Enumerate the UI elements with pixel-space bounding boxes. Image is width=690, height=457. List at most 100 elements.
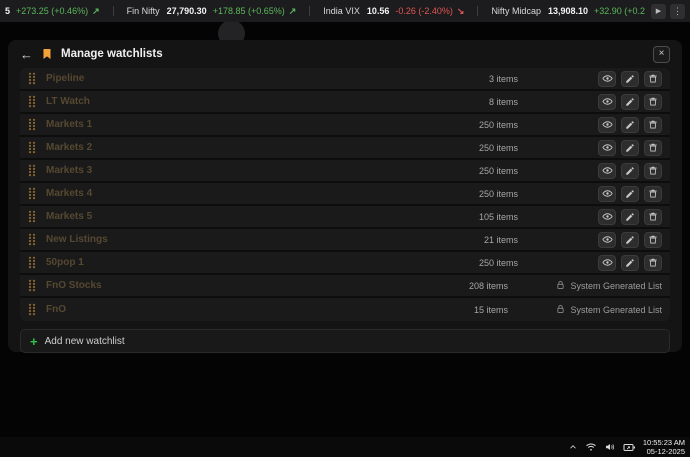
edit-button[interactable]	[621, 140, 639, 156]
edit-button[interactable]	[621, 117, 639, 133]
ticker-item[interactable]: India VIX 10.56 -0.26 (-2.40%) ↘	[323, 6, 491, 17]
watchlist-name: Pipeline	[46, 73, 489, 84]
view-button[interactable]	[598, 117, 616, 133]
watchlist-count: 250 items	[479, 166, 518, 176]
index-name: Nifty Midcap	[491, 6, 541, 16]
clock[interactable]: 10:55:23 AM 05-12-2025	[643, 438, 685, 456]
delete-button[interactable]	[644, 71, 662, 87]
edit-button[interactable]	[621, 209, 639, 225]
delete-button[interactable]	[644, 163, 662, 179]
ticker-item[interactable]: Fin Nifty 27,790.30 +178.85 (+0.65%) ↗	[127, 6, 324, 17]
ticker-separator	[477, 6, 478, 16]
watchlist-name: Markets 1	[46, 119, 479, 130]
wifi-icon[interactable]	[585, 441, 597, 453]
watchlist-name: FnO	[46, 304, 474, 315]
drag-handle-icon[interactable]	[28, 233, 36, 246]
delete-button[interactable]	[644, 117, 662, 133]
drag-handle-icon[interactable]	[28, 256, 36, 269]
edit-button[interactable]	[621, 232, 639, 248]
ticker-play-button[interactable]: ▶	[651, 4, 666, 19]
drag-handle-icon[interactable]	[28, 141, 36, 154]
eye-icon	[602, 188, 613, 199]
delete-button[interactable]	[644, 255, 662, 271]
back-arrow-icon: ←	[20, 47, 33, 62]
view-button[interactable]	[598, 94, 616, 110]
battery-icon[interactable]	[623, 442, 636, 453]
index-change: +273.25 (+0.46%)	[16, 6, 88, 16]
add-watchlist-button[interactable]: + Add new watchlist	[20, 329, 670, 353]
view-button[interactable]	[598, 163, 616, 179]
watchlist-actions	[532, 94, 662, 110]
watchlist-count: 3 items	[489, 74, 518, 84]
watchlist-actions	[532, 209, 662, 225]
drag-handle-icon[interactable]	[28, 303, 36, 316]
edit-button[interactable]	[621, 186, 639, 202]
view-button[interactable]	[598, 209, 616, 225]
edit-button[interactable]	[621, 71, 639, 87]
eye-icon	[602, 165, 613, 176]
trash-icon	[648, 142, 658, 153]
drag-handle-icon[interactable]	[28, 72, 36, 85]
watchlist-count: 21 items	[484, 235, 518, 245]
watchlist-name: Markets 4	[46, 188, 479, 199]
view-button[interactable]	[598, 232, 616, 248]
pencil-icon	[625, 235, 635, 245]
index-value: 10.56	[367, 6, 390, 16]
back-button[interactable]: ←	[20, 48, 33, 61]
view-button[interactable]	[598, 186, 616, 202]
ticker-item[interactable]: 5 +273.25 (+0.46%) ↗	[5, 6, 127, 17]
volume-icon[interactable]	[604, 441, 616, 453]
view-button[interactable]	[598, 71, 616, 87]
pencil-icon	[625, 258, 635, 268]
index-name: Fin Nifty	[127, 6, 160, 16]
close-icon: ×	[659, 49, 665, 59]
drag-handle-icon[interactable]	[28, 95, 36, 108]
trash-icon	[648, 165, 658, 176]
system-generated-label: System Generated List	[522, 304, 662, 316]
taskbar: 10:55:23 AM 05-12-2025	[0, 437, 690, 457]
watchlist-name: FnO Stocks	[46, 280, 469, 291]
edit-button[interactable]	[621, 163, 639, 179]
delete-button[interactable]	[644, 140, 662, 156]
manage-watchlists-modal: ← Manage watchlists × Pipeline 3 items	[8, 40, 682, 352]
trash-icon	[648, 119, 658, 130]
view-button[interactable]	[598, 255, 616, 271]
delete-button[interactable]	[644, 94, 662, 110]
trash-icon	[648, 188, 658, 199]
watchlist-name: Markets 5	[46, 211, 479, 222]
index-change: +178.85 (+0.65%)	[213, 6, 285, 16]
watchlist-count: 250 items	[479, 143, 518, 153]
view-button[interactable]	[598, 140, 616, 156]
watchlist-row: New Listings 21 items	[20, 229, 670, 252]
drag-handle-icon[interactable]	[28, 279, 36, 292]
watchlist-count: 250 items	[479, 189, 518, 199]
edit-button[interactable]	[621, 94, 639, 110]
close-button[interactable]: ×	[653, 46, 670, 63]
index-change: +32.90 (+0.24%)	[594, 6, 645, 16]
edit-button[interactable]	[621, 255, 639, 271]
hidden-icons-chevron[interactable]	[568, 442, 578, 452]
delete-button[interactable]	[644, 232, 662, 248]
delete-button[interactable]	[644, 186, 662, 202]
plus-icon: +	[30, 335, 38, 348]
watchlist-count: 8 items	[489, 97, 518, 107]
screen: 5 +273.25 (+0.46%) ↗ Fin Nifty 27,790.30…	[0, 0, 690, 457]
watchlist-name: New Listings	[46, 234, 484, 245]
watchlist-row: LT Watch 8 items	[20, 91, 670, 114]
delete-button[interactable]	[644, 209, 662, 225]
system-label-text: System Generated List	[570, 305, 662, 315]
drag-handle-icon[interactable]	[28, 210, 36, 223]
watchlist-actions	[532, 232, 662, 248]
system-label-text: System Generated List	[570, 281, 662, 291]
pencil-icon	[625, 143, 635, 153]
drag-handle-icon[interactable]	[28, 164, 36, 177]
ticker-item[interactable]: Nifty Midcap 13,908.10 +32.90 (+0.24%) ↗	[491, 6, 645, 17]
watchlist-count: 15 items	[474, 305, 508, 315]
eye-icon	[602, 96, 613, 107]
drag-handle-icon[interactable]	[28, 118, 36, 131]
trash-icon	[648, 96, 658, 107]
ticker-more-button[interactable]: ⋮	[670, 4, 685, 19]
watchlist-name: Markets 3	[46, 165, 479, 176]
eye-icon	[602, 119, 613, 130]
drag-handle-icon[interactable]	[28, 187, 36, 200]
